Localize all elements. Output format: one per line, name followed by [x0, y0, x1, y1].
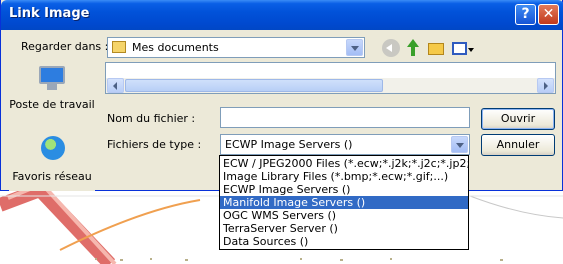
back-icon[interactable]: [382, 39, 400, 57]
dropdown-item[interactable]: Manifold Image Servers (): [220, 196, 468, 209]
close-button[interactable]: ✕: [538, 4, 559, 25]
dropdown-item[interactable]: Image Library Files (*.bmp;*.ecw;*.gif;.…: [220, 170, 468, 183]
dropdown-item[interactable]: Data Sources (): [220, 235, 468, 248]
filetype-value: ECWP Image Servers (): [225, 138, 353, 151]
views-menu-icon[interactable]: [452, 42, 467, 55]
horizontal-scrollbar[interactable]: [106, 78, 555, 93]
chevron-down-icon[interactable]: [451, 136, 468, 153]
my-computer-icon: [37, 66, 67, 92]
up-one-level-icon[interactable]: [404, 39, 422, 57]
dropdown-item[interactable]: TerraServer Server (): [220, 222, 468, 235]
filetype-dropdown-list[interactable]: ECW / JPEG2000 Files (*.ecw;*.j2k;*.j2c;…: [219, 155, 469, 250]
title-bar[interactable]: Link Image ? ✕: [1, 0, 563, 30]
chevron-down-icon[interactable]: [346, 39, 363, 56]
place-network[interactable]: Favoris réseau: [9, 134, 95, 183]
lookin-value: Mes documents: [132, 41, 219, 54]
lookin-label: Regarder dans :: [21, 40, 109, 53]
lookin-combo[interactable]: Mes documents: [107, 37, 365, 58]
filetype-combo[interactable]: ECWP Image Servers (): [220, 134, 470, 155]
places-bar-panel: Poste de travail Favoris réseau: [9, 62, 95, 191]
place-label: Favoris réseau: [12, 170, 92, 183]
file-list[interactable]: [105, 62, 556, 94]
dropdown-item[interactable]: OGC WMS Servers (): [220, 209, 468, 222]
help-button[interactable]: ?: [515, 4, 536, 25]
scroll-thumb[interactable]: [125, 79, 383, 92]
filetype-label: Fichiers de type :: [107, 138, 202, 151]
dropdown-item[interactable]: ECWP Image Servers (): [220, 183, 468, 196]
up-arrow-stem: [411, 47, 415, 56]
filename-input[interactable]: [220, 107, 470, 128]
dropdown-item[interactable]: ECW / JPEG2000 Files (*.ecw;*.j2k;*.j2c;…: [220, 157, 468, 170]
places-bar: Poste de travail Favoris réseau: [9, 62, 95, 191]
place-my-computer[interactable]: Poste de travail: [9, 66, 95, 111]
cancel-button[interactable]: Annuler: [481, 134, 555, 156]
folder-icon: [112, 41, 126, 53]
network-places-icon: [37, 134, 67, 164]
scroll-right-icon[interactable]: [537, 78, 554, 93]
views-chevron-icon[interactable]: [468, 48, 474, 52]
filename-label: Nom du fichier :: [107, 112, 196, 125]
up-arrow-icon: [407, 39, 419, 47]
place-label: Poste de travail: [9, 98, 95, 111]
scroll-left-icon[interactable]: [107, 78, 124, 93]
window-title: Link Image: [9, 6, 90, 21]
open-button[interactable]: Ouvrir: [481, 108, 555, 130]
new-folder-icon[interactable]: [428, 43, 444, 55]
